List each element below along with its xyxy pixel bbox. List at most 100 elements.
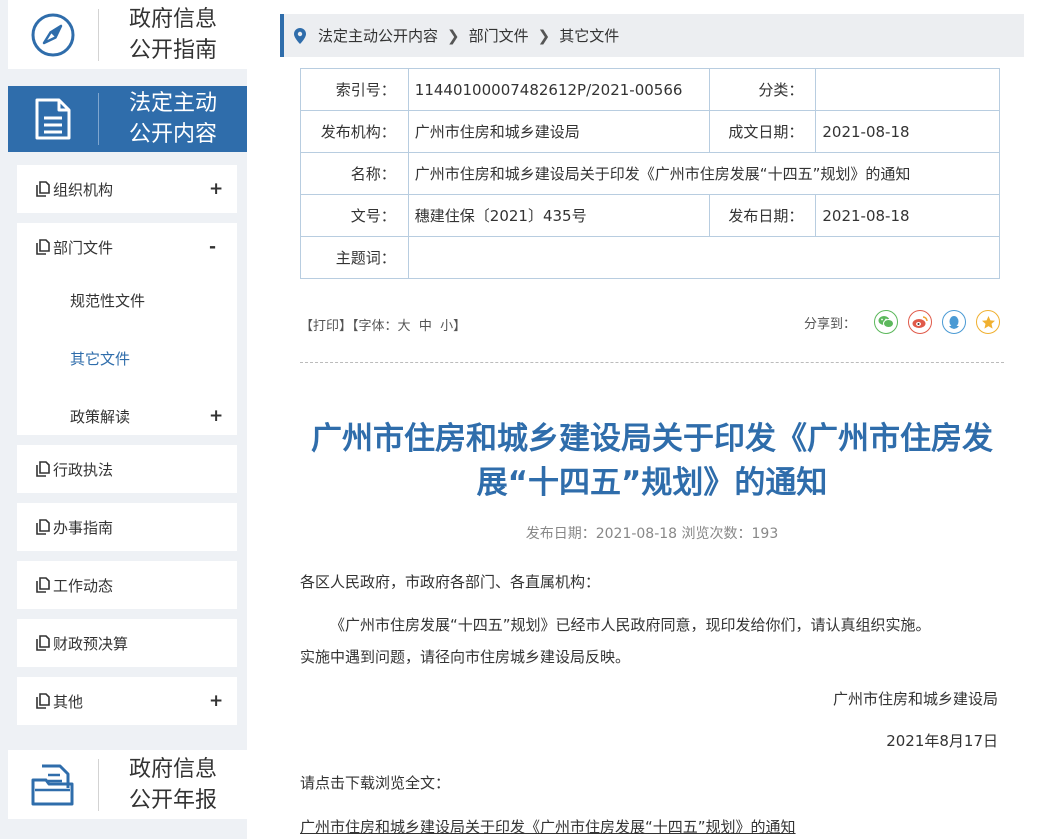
sidebar-item-label: 组织机构 <box>53 180 114 199</box>
sidebar-item-label: 财政预决算 <box>53 634 129 653</box>
article-tools: 【打印】【字体：大 中 小】 <box>300 315 466 334</box>
location-pin-icon <box>294 27 306 44</box>
sidebar-subitem-policy-interpretation[interactable]: 政策解读 + <box>17 387 237 445</box>
subject-value <box>407 236 1001 279</box>
article-title-line2: 展“十四五”规划》的通知 <box>476 465 828 501</box>
file-icon <box>36 181 50 197</box>
expand-toggle[interactable]: + <box>209 406 237 426</box>
share-label: 分享到： <box>804 316 857 332</box>
font-medium-button[interactable]: 中 <box>419 319 432 334</box>
created-date-value: 2021-08-18 <box>815 110 1000 153</box>
annual-report-label: 政府信息 公开年报 <box>99 754 247 816</box>
sidebar-item-label: 工作动态 <box>53 576 114 595</box>
share-bar: 分享到： <box>804 310 1001 334</box>
expand-toggle[interactable]: + <box>209 179 237 199</box>
body-paragraph: 《广州市住房发展“十四五”规划》已经市人民政府同意，现印发给你们，请认真组织实施… <box>330 616 931 634</box>
sidebar-subitem-label: 政策解读 <box>70 407 131 426</box>
body-paragraph-continued: 实施中遇到问题，请径向市住房城乡建设局反映。 <box>300 648 631 666</box>
sidebar-group-department-files: 部门文件 - 规范性文件 其它文件 政策解读 + <box>17 223 237 435</box>
sidebar: 政府信息 公开指南 法定主动 公开内容 组织机构 + 部门文件 - 规范性文件 … <box>0 0 247 839</box>
signature: 广州市住房和城乡建设局 <box>832 690 998 708</box>
font-size-bracket: 】 <box>453 319 467 334</box>
qzone-icon[interactable] <box>976 310 1001 334</box>
breadcrumb-link[interactable]: 法定主动公开内容 <box>318 25 438 46</box>
sidebar-item-other[interactable]: 其他 + <box>17 677 237 725</box>
file-icon <box>36 239 50 255</box>
doc-number-label: 文号： <box>300 194 409 237</box>
name-label: 名称： <box>300 152 409 195</box>
index-label: 索引号： <box>300 68 409 111</box>
file-icon <box>36 577 50 593</box>
collapse-toggle[interactable]: - <box>209 237 237 257</box>
font-small-button[interactable]: 小 <box>440 319 453 334</box>
file-icon <box>36 635 50 651</box>
breadcrumb-current[interactable]: 其它文件 <box>559 25 619 46</box>
created-date-label: 成文日期： <box>708 110 817 153</box>
guide-card[interactable]: 政府信息 公开指南 <box>8 0 247 69</box>
article-title: 广州市住房和城乡建设局关于印发《广州市住房发 展“十四五”规划》的通知 <box>296 417 1008 505</box>
category-label: 分类： <box>708 68 817 111</box>
sidebar-item-organization[interactable]: 组织机构 + <box>17 165 237 213</box>
weibo-icon[interactable] <box>908 310 933 334</box>
publish-info: 发布日期：2021-08-18 浏览次数：193 <box>525 526 779 542</box>
breadcrumb: 法定主动公开内容 ❯ 部门文件 ❯ 其它文件 <box>280 14 1024 57</box>
sidebar-item-label: 部门文件 <box>53 238 114 257</box>
annual-report-line2: 公开年报 <box>128 787 217 813</box>
sidebar-item-service-guide[interactable]: 办事指南 <box>17 503 237 551</box>
table-row: 发布机构： 广州市住房和城乡建设局 成文日期： 2021-08-18 <box>300 110 1000 153</box>
publisher-label: 发布机构： <box>300 110 409 153</box>
publisher-value: 广州市住房和城乡建设局 <box>407 110 710 153</box>
chevron-right-icon: ❯ <box>537 26 551 45</box>
attachment-link[interactable]: 广州市住房和城乡建设局关于印发《广州市住房发展“十四五”规划》的通知 <box>300 816 796 837</box>
sidebar-subitem-label: 规范性文件 <box>70 291 146 310</box>
guide-label: 政府信息 公开指南 <box>99 4 247 66</box>
folder-document-icon <box>8 762 98 808</box>
signature-date: 2021年8月17日 <box>886 732 998 750</box>
published-date-value: 2021-08-18 <box>815 194 1000 237</box>
print-button[interactable]: 【打印】 <box>300 319 352 334</box>
compass-icon <box>8 12 98 58</box>
document-meta-table: 索引号： 11440100007482612P/2021-00566 分类： 发… <box>300 68 1001 279</box>
guide-line2: 公开指南 <box>128 37 217 63</box>
file-icon <box>36 519 50 535</box>
guide-line1: 政府信息 <box>128 6 217 32</box>
article-title-line1: 广州市住房和城乡建设局关于印发《广州市住房发 <box>311 421 993 457</box>
expand-toggle[interactable]: + <box>209 691 237 711</box>
wechat-icon[interactable] <box>874 310 899 334</box>
table-row: 索引号： 11440100007482612P/2021-00566 分类： <box>300 68 1000 111</box>
index-value: 11440100007482612P/2021-00566 <box>407 68 710 111</box>
annual-report-line1: 政府信息 <box>128 756 217 782</box>
download-prompt: 请点击下载浏览全文： <box>300 774 451 792</box>
active-section-card[interactable]: 法定主动 公开内容 <box>8 86 247 152</box>
font-size-label: 【字体： <box>352 319 398 334</box>
salutation: 各区人民政府，市政府各部门、各直属机构： <box>300 573 601 591</box>
active-section-line1: 法定主动 <box>128 91 217 116</box>
sidebar-item-department-files[interactable]: 部门文件 - <box>17 223 237 271</box>
sidebar-subitem-normative[interactable]: 规范性文件 <box>17 271 237 329</box>
qq-icon[interactable] <box>942 310 967 334</box>
table-row: 名称： 广州市住房和城乡建设局关于印发《广州市住房发展“十四五”规划》的通知 <box>300 152 1001 195</box>
font-large-button[interactable]: 大 <box>398 319 411 334</box>
sidebar-subitem-other-files[interactable]: 其它文件 <box>17 329 237 387</box>
annual-report-card[interactable]: 政府信息 公开年报 <box>8 750 247 819</box>
name-value: 广州市住房和城乡建设局关于印发《广州市住房发展“十四五”规划》的通知 <box>407 152 1001 195</box>
table-row: 文号： 穗建住保〔2021〕435号 发布日期： 2021-08-18 <box>300 194 1000 237</box>
sidebar-item-label: 办事指南 <box>53 518 114 537</box>
breadcrumb-link[interactable]: 部门文件 <box>469 25 529 46</box>
active-section-label: 法定主动 公开内容 <box>99 88 247 150</box>
file-icon <box>36 693 50 709</box>
divider <box>300 362 1004 363</box>
sidebar-item-law-enforcement[interactable]: 行政执法 <box>17 445 237 493</box>
file-icon <box>36 461 50 477</box>
table-row: 主题词： <box>300 236 1001 279</box>
chevron-right-icon: ❯ <box>447 26 460 45</box>
published-date-label: 发布日期： <box>708 194 817 237</box>
sidebar-item-budget[interactable]: 财政预决算 <box>17 619 237 667</box>
category-value <box>815 68 1000 111</box>
subject-label: 主题词： <box>300 236 409 279</box>
document-icon <box>8 97 98 141</box>
sidebar-item-label: 其他 <box>53 692 84 711</box>
sidebar-item-work-news[interactable]: 工作动态 <box>17 561 237 609</box>
active-section-line2: 公开内容 <box>128 122 217 147</box>
sidebar-item-label: 行政执法 <box>53 460 114 479</box>
